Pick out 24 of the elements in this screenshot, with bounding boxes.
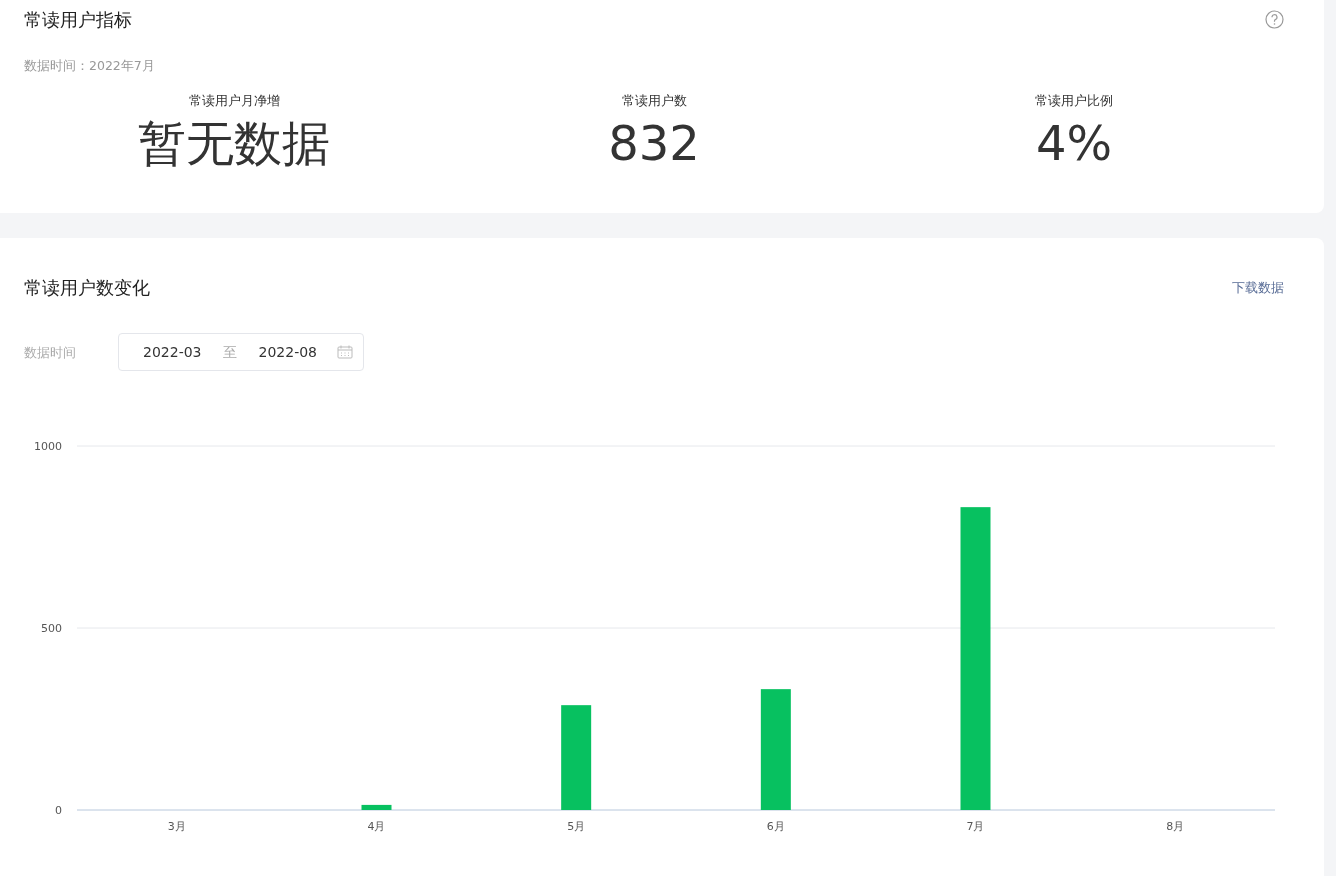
metric-label: 常读用户月净增 [188, 91, 280, 110]
metric-value: 4% [1035, 116, 1113, 170]
calendar-icon [337, 345, 353, 360]
y-axis-label: 1000 [34, 440, 62, 454]
y-axis-label: 0 [55, 804, 62, 818]
y-axis-label: 500 [41, 622, 62, 636]
x-axis-label: 5月 [567, 820, 586, 834]
help-icon[interactable] [1265, 10, 1284, 29]
date-range-field[interactable]: 2022-03 至 2022-08 [118, 333, 364, 372]
section-title: 常读用户指标 [24, 8, 132, 32]
x-axis-label: 4月 [367, 820, 386, 834]
metric-value: 832 [608, 116, 700, 170]
download-data-link[interactable]: 下载数据 [1232, 278, 1284, 298]
filter-label: 数据时间 [24, 343, 77, 362]
chart-bar [361, 805, 392, 811]
metric-value: 暂无数据 [138, 116, 330, 170]
metric-label: 常读用户比例 [1035, 91, 1113, 110]
section-title: 常读用户数变化 [24, 276, 150, 301]
metric-label: 常读用户数 [621, 91, 687, 110]
x-axis-label: 3月 [167, 820, 186, 834]
x-axis-label: 6月 [766, 820, 785, 834]
x-axis-label: 7月 [966, 820, 985, 834]
data-time-text: 数据时间：2022年7月 [24, 57, 156, 75]
x-axis-label: 8月 [1166, 820, 1185, 834]
